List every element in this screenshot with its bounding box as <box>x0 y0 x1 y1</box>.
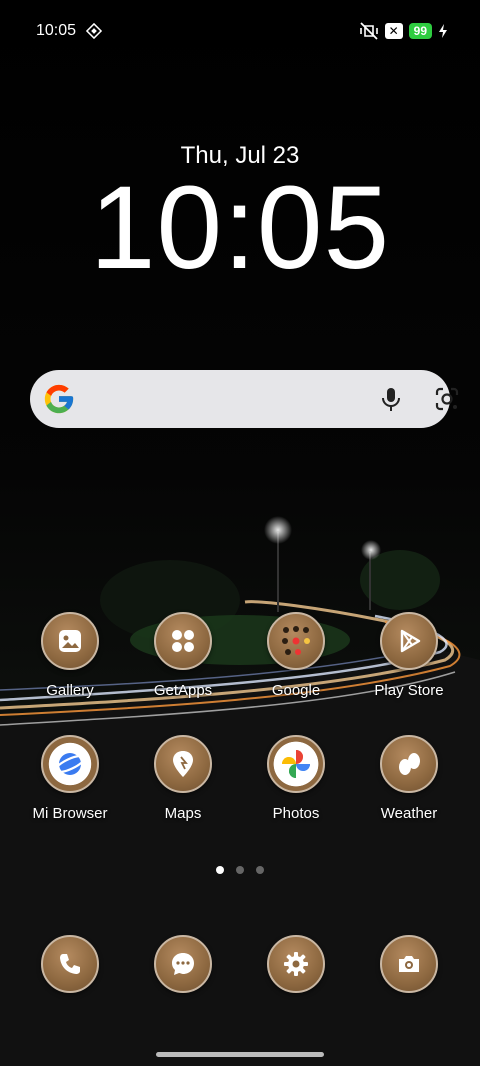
dock-settings[interactable] <box>240 935 352 993</box>
mi-browser-icon[interactable] <box>41 735 99 793</box>
messages-icon[interactable] <box>154 935 212 993</box>
app-label: Weather <box>380 805 438 822</box>
camera-icon[interactable] <box>380 935 438 993</box>
app-label: Mi Browser <box>32 805 108 822</box>
app-label: Google <box>271 682 321 699</box>
google-lens-icon[interactable] <box>432 384 462 414</box>
play-store-icon[interactable] <box>380 612 438 670</box>
app-play-store[interactable]: Play Store <box>353 612 465 699</box>
dock-camera[interactable] <box>353 935 465 993</box>
dock-phone[interactable] <box>14 935 126 993</box>
connectivity-diamond-icon <box>86 23 102 39</box>
app-gallery[interactable]: Gallery <box>14 612 126 699</box>
page-dot <box>256 866 264 874</box>
page-dot <box>236 866 244 874</box>
page-indicator <box>0 866 480 874</box>
weather-icon[interactable] <box>380 735 438 793</box>
clock-time[interactable]: 10:05 <box>0 168 480 288</box>
google-search-bar[interactable] <box>30 370 459 428</box>
charging-bolt-icon <box>439 24 447 38</box>
settings-icon[interactable] <box>267 935 325 993</box>
app-photos[interactable]: Photos <box>240 735 352 822</box>
gallery-icon[interactable] <box>41 612 99 670</box>
app-weather[interactable]: Weather <box>353 735 465 822</box>
navigation-gesture-bar[interactable] <box>156 1052 324 1057</box>
getapps-icon[interactable] <box>154 612 212 670</box>
app-getapps[interactable]: GetApps <box>127 612 239 699</box>
app-label: Play Store <box>374 682 444 699</box>
status-time: 10:05 <box>36 22 77 39</box>
google-g-icon[interactable] <box>42 382 76 416</box>
maps-icon[interactable] <box>154 735 212 793</box>
google-folder-icon[interactable] <box>267 612 325 670</box>
status-bar: 10:05 ✕ 99 <box>0 0 480 62</box>
dock-messages[interactable] <box>127 935 239 993</box>
page-dot <box>216 866 224 874</box>
app-maps[interactable]: Maps <box>127 735 239 822</box>
photos-icon[interactable] <box>267 735 325 793</box>
phone-icon[interactable] <box>41 935 99 993</box>
app-label: Photos <box>272 805 320 822</box>
no-signal-icon: ✕ <box>384 23 403 39</box>
app-label: GetApps <box>153 682 213 699</box>
vibrate-mute-icon <box>359 22 378 40</box>
app-google-folder[interactable]: Google <box>240 612 352 699</box>
app-mi-browser[interactable]: Mi Browser <box>14 735 126 822</box>
battery-indicator: 99 <box>408 23 432 39</box>
app-label: Maps <box>164 805 202 822</box>
microphone-icon[interactable] <box>376 384 406 414</box>
app-label: Gallery <box>46 682 94 699</box>
